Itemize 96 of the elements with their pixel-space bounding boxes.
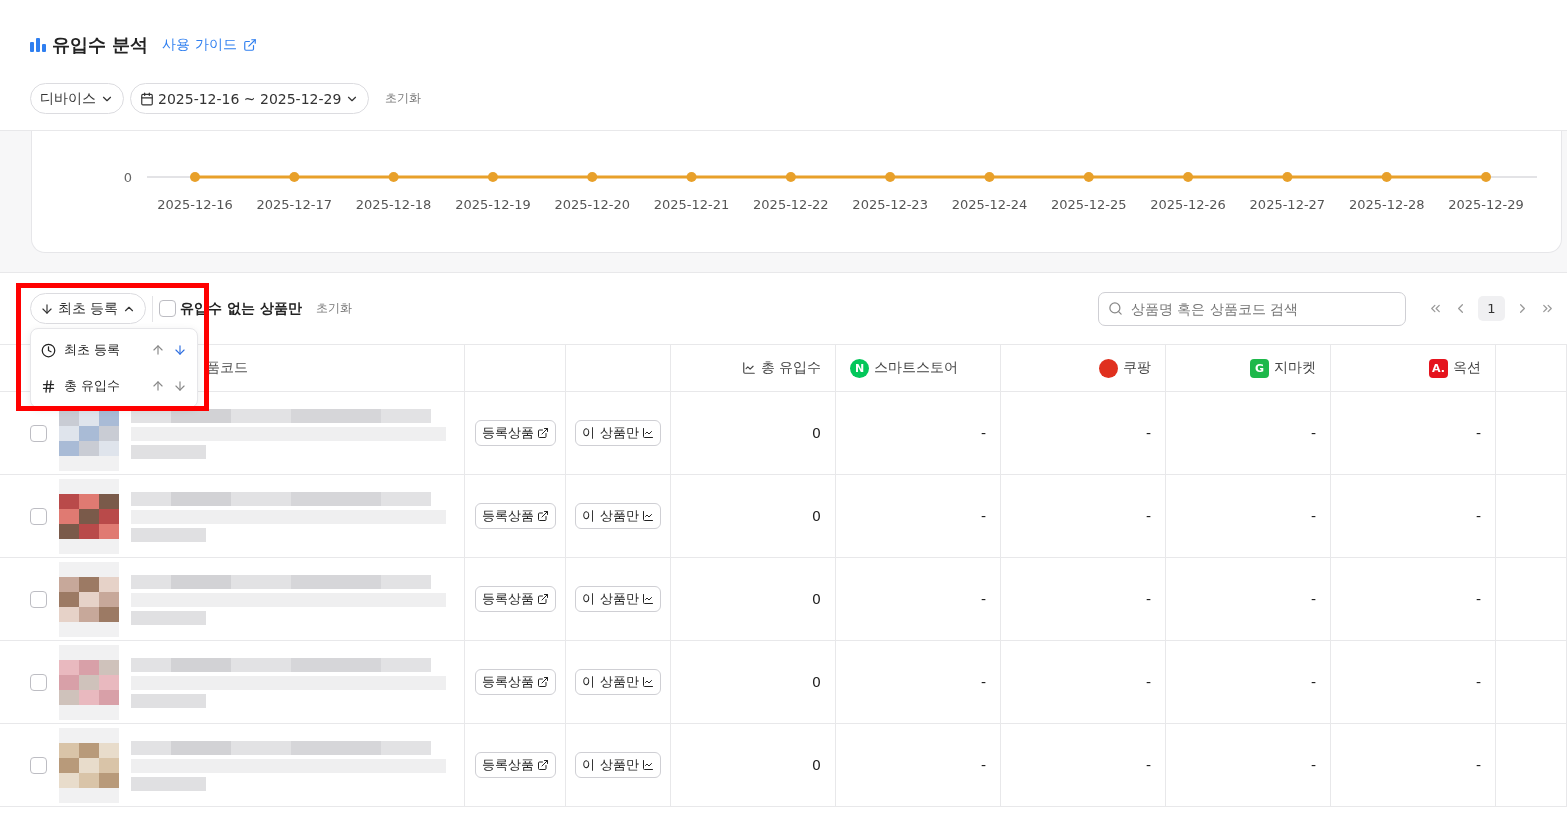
this-product-only-button[interactable]: 이 상품만 (575, 503, 661, 529)
row-checkbox[interactable] (30, 507, 47, 525)
total-value: 0 (812, 425, 821, 441)
x-tick: 2025-12-24 (951, 197, 1028, 212)
channel-value: - (980, 674, 986, 690)
channel-logo-icon: A. (1429, 358, 1448, 378)
channel-value: - (1475, 508, 1481, 524)
x-tick: 2025-12-29 (1448, 197, 1524, 212)
external-link-icon (536, 510, 549, 522)
external-link-icon (242, 38, 257, 52)
line-chart-icon (641, 427, 654, 439)
column-header: 쿠팡 (1123, 359, 1151, 377)
registered-product-button[interactable]: 등록상품 (474, 503, 556, 529)
channel-value: - (1145, 757, 1151, 773)
hash-icon (41, 378, 56, 394)
channel-logo-icon: N (850, 358, 869, 378)
channel-value: - (1310, 591, 1316, 607)
x-tick: 2025-12-26 (1150, 197, 1226, 212)
channel-value: - (1145, 508, 1151, 524)
page-title: 유입수 분석 (52, 33, 149, 57)
page-button[interactable]: 1 (1478, 296, 1505, 321)
y-tick: 0 (123, 170, 132, 185)
channel-value: - (980, 508, 986, 524)
channel-value: - (1145, 591, 1151, 607)
channel-value: - (1475, 674, 1481, 690)
line-chart-icon (641, 759, 654, 771)
row-checkbox[interactable] (30, 424, 47, 442)
total-value: 0 (812, 674, 821, 690)
column-header: 지마켓 (1274, 359, 1316, 377)
channel-value: - (980, 757, 986, 773)
reset-button[interactable]: 초기화 (306, 300, 363, 317)
row-checkbox[interactable] (30, 756, 47, 774)
channel-value: - (1475, 757, 1481, 773)
date-range-picker[interactable]: 2025-12-16 ~ 2025-12-29 (130, 83, 370, 114)
x-tick: 2025-12-23 (852, 197, 928, 212)
bar-chart-icon (30, 38, 46, 52)
registered-product-button[interactable]: 등록상품 (474, 420, 556, 446)
external-link-icon (536, 427, 549, 439)
clock-icon (41, 342, 56, 358)
this-product-only-button[interactable]: 이 상품만 (575, 586, 661, 612)
this-product-only-button[interactable]: 이 상품만 (575, 752, 661, 778)
channel-value: - (980, 591, 986, 607)
x-tick: 2025-12-22 (753, 197, 829, 212)
channel-value: - (1145, 425, 1151, 441)
x-tick: 2025-12-18 (355, 197, 432, 212)
line-chart-icon (641, 676, 654, 688)
checkbox[interactable] (159, 300, 177, 317)
x-tick: 2025-12-28 (1348, 197, 1425, 212)
x-tick: 2025-12-25 (1051, 197, 1127, 212)
x-tick: 2025-12-21 (653, 197, 730, 212)
total-value: 0 (812, 508, 821, 524)
x-tick: 2025-12-19 (455, 197, 531, 212)
this-product-only-button[interactable]: 이 상품만 (575, 420, 661, 446)
registered-product-button[interactable]: 등록상품 (474, 752, 556, 778)
sort-ascending-icon[interactable] (151, 343, 165, 357)
line-chart-icon (641, 510, 654, 522)
calendar-icon (140, 91, 154, 106)
column-header: 스마트스토어 (874, 359, 958, 377)
registered-product-button[interactable]: 등록상품 (474, 669, 556, 695)
channel-value: - (1310, 508, 1316, 524)
column-header: 옥션 (1453, 359, 1481, 377)
channel-value: - (1310, 757, 1316, 773)
sort-dropdown[interactable]: 최초 등록 (30, 293, 147, 324)
column-header: 총 유입수 (760, 359, 821, 377)
sort-descending-icon[interactable] (173, 343, 187, 357)
sort-option[interactable]: 총 유입수 (64, 377, 143, 395)
total-value: 0 (812, 591, 821, 607)
x-tick: 2025-12-16 (157, 197, 233, 212)
x-tick: 2025-12-20 (554, 197, 630, 212)
registered-product-button[interactable]: 등록상품 (474, 586, 556, 612)
external-link-icon (536, 593, 549, 605)
search-field[interactable]: 상품명 혹은 상품코드 검색 (1098, 291, 1406, 326)
channel-value: - (1475, 591, 1481, 607)
sort-ascending-icon[interactable] (151, 379, 165, 393)
sort-descending-icon[interactable] (173, 379, 187, 393)
search-icon (1108, 300, 1123, 316)
x-tick: 2025-12-17 (256, 197, 333, 212)
channel-value: - (1310, 425, 1316, 441)
channel-value: - (980, 425, 986, 441)
channel-value: - (1475, 425, 1481, 441)
x-tick: 2025-12-27 (1249, 197, 1326, 212)
external-link-icon (536, 676, 549, 688)
channel-logo-icon: G (1250, 358, 1269, 378)
external-link-icon (536, 759, 549, 771)
guide-link[interactable]: 사용 가이드 (162, 36, 237, 54)
line-chart-icon (741, 361, 756, 375)
total-value: 0 (812, 757, 821, 773)
line-chart-icon (641, 593, 654, 605)
this-product-only-button[interactable]: 이 상품만 (575, 669, 661, 695)
channel-value: - (1145, 674, 1151, 690)
row-checkbox[interactable] (30, 673, 47, 691)
reset-button[interactable]: 초기화 (375, 90, 432, 107)
sort-option[interactable]: 최초 등록 (64, 341, 143, 359)
channel-value: - (1310, 674, 1316, 690)
device-dropdown[interactable]: 디바이스 (30, 83, 124, 114)
row-checkbox[interactable] (30, 590, 47, 608)
